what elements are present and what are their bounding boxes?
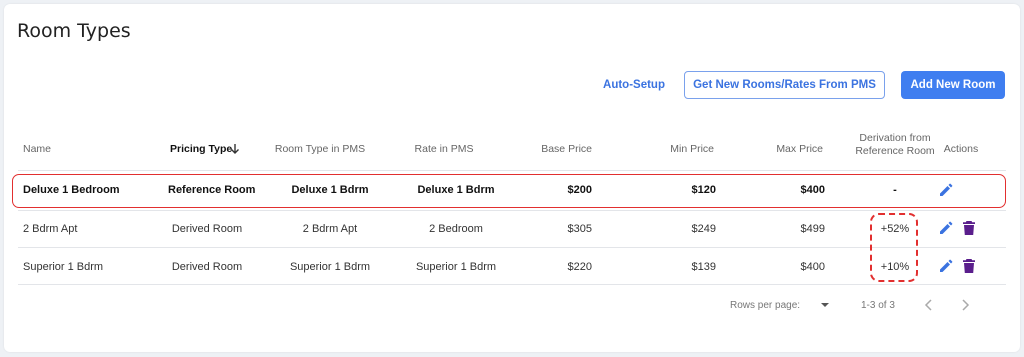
- caret-down-icon[interactable]: [820, 301, 830, 309]
- divider: [18, 284, 1006, 285]
- col-header-derivation-line1: Derivation from: [859, 131, 931, 144]
- divider: [18, 170, 1006, 171]
- table-cell-max-price: $499: [800, 223, 825, 235]
- table-cell-room-type-pms: 2 Bdrm Apt: [302, 223, 358, 235]
- table-cell-room-type-pms: Superior 1 Bdrm: [289, 261, 371, 273]
- chevron-left-icon[interactable]: [922, 298, 936, 312]
- add-new-room-button[interactable]: Add New Room: [901, 71, 1005, 99]
- reference-row-highlight: [12, 174, 1006, 208]
- col-header-min-price: Min Price: [670, 143, 714, 155]
- edit-pencil-icon[interactable]: [938, 258, 954, 274]
- col-header-pricing-type[interactable]: Pricing Type: [170, 142, 232, 156]
- auto-setup-button[interactable]: Auto-Setup: [600, 71, 668, 99]
- col-header-max-price: Max Price: [776, 143, 823, 155]
- derivation-highlight: [870, 213, 918, 282]
- table-cell-min-price: $139: [691, 261, 716, 273]
- divider: [18, 210, 1006, 211]
- trash-icon[interactable]: [961, 258, 977, 274]
- arrow-down-icon[interactable]: [230, 143, 240, 155]
- table-cell-base-price: $220: [567, 261, 592, 273]
- pagination-range: 1-3 of 3: [861, 300, 895, 311]
- page-title: Room Types: [17, 20, 131, 42]
- table-cell-max-price: $400: [800, 261, 825, 273]
- table-cell-rate-pms: Superior 1 Bdrm: [415, 261, 497, 273]
- table-cell-name: 2 Bdrm Apt: [23, 223, 78, 235]
- table-cell-name: Superior 1 Bdrm: [23, 261, 104, 273]
- table-cell-base-price: $305: [567, 223, 592, 235]
- divider: [18, 247, 1006, 248]
- col-header-derivation-line2: Reference Room: [855, 144, 935, 157]
- col-header-room-type-pms: Room Type in PMS: [274, 143, 366, 155]
- edit-pencil-icon[interactable]: [938, 220, 954, 236]
- rows-per-page-label: Rows per page:: [730, 300, 801, 311]
- get-new-rooms-button[interactable]: Get New Rooms/Rates From PMS: [684, 71, 885, 99]
- col-header-name: Name: [23, 143, 52, 155]
- table-cell-rate-pms: 2 Bedroom: [429, 223, 483, 235]
- col-header-actions: Actions: [943, 143, 979, 155]
- chevron-right-icon[interactable]: [958, 298, 972, 312]
- table-cell-pricing-type: Derived Room: [171, 223, 243, 235]
- col-header-base-price: Base Price: [541, 143, 592, 155]
- trash-icon[interactable]: [961, 220, 977, 236]
- table-cell-min-price: $249: [691, 223, 716, 235]
- col-header-rate-pms: Rate in PMS: [414, 143, 474, 155]
- table-cell-pricing-type: Derived Room: [171, 261, 243, 273]
